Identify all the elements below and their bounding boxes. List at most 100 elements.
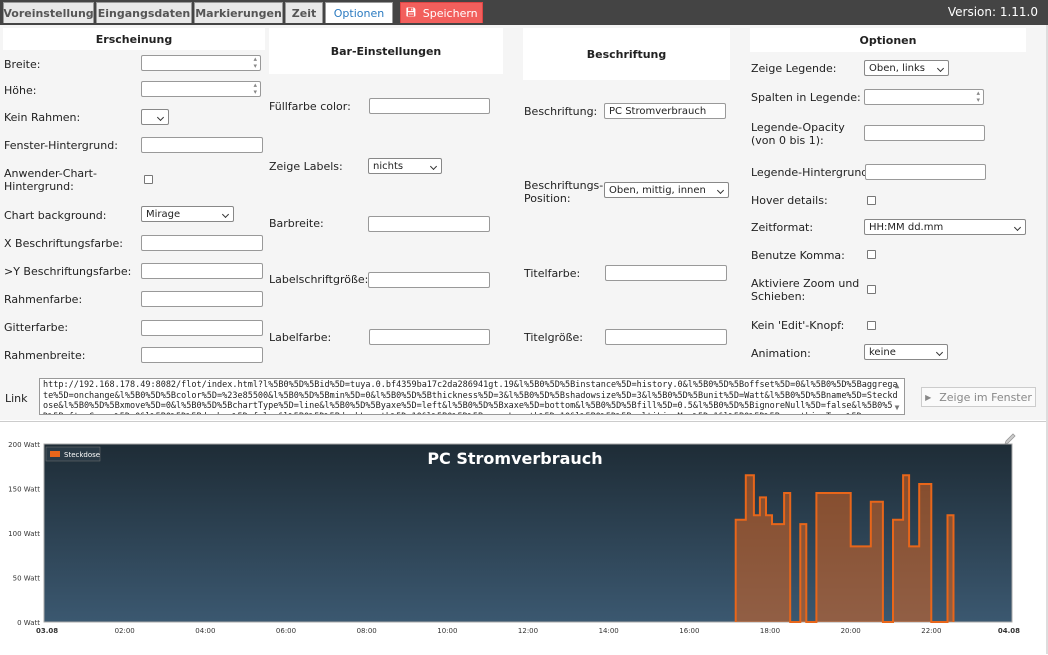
play-icon: ▶: [925, 392, 932, 402]
rahmenbreite-label: Rahmenbreite:: [4, 349, 86, 362]
x-tick-label: 20:00: [841, 627, 861, 635]
anwender-hintergrund-label: Anwender-Chart-Hintergrund:: [4, 167, 97, 193]
zeige-labels-label: Zeige Labels:: [269, 160, 343, 173]
y-tick-label: 50 Watt: [13, 575, 41, 583]
chart-svg: 0 Watt 50 Watt 100 Watt 150 Watt 200 Watt 03…: [0, 422, 1046, 655]
y-tick-label: 0 Watt: [17, 619, 40, 627]
beschriftung-input[interactable]: PC Stromverbrauch: [604, 103, 726, 119]
y-beschriftungsfarbe-label: >Y Beschriftungsfarbe:: [4, 265, 132, 278]
labelfarbe-input[interactable]: [369, 329, 490, 345]
y-tick-label: 200 Watt: [8, 441, 40, 449]
zeitformat-select[interactable]: HH:MM dd.mm: [864, 219, 1026, 235]
section-bar-title: Bar-Einstellungen: [269, 28, 503, 74]
save-button[interactable]: 💾︎ Speichern: [400, 2, 483, 23]
x-beschriftungsfarbe-input[interactable]: [141, 235, 263, 251]
x-tick-label: 10:00: [437, 627, 457, 635]
rahmenbreite-input[interactable]: [141, 347, 263, 363]
top-toolbar: Voreinstellung Eingangsdaten Markierunge…: [0, 0, 1048, 25]
beschriftungs-position-label: Beschriftungs-Position:: [524, 179, 604, 205]
tab-optionen[interactable]: Optionen: [325, 2, 393, 23]
hover-details-checkbox[interactable]: [867, 196, 876, 205]
section-optionen-title: Optionen: [750, 28, 1026, 52]
titelgroesse-input[interactable]: [605, 329, 727, 345]
fenster-hintergrund-label: Fenster-Hintergrund:: [4, 139, 118, 152]
edit-knopf-checkbox[interactable]: [867, 321, 876, 330]
y-tick-label: 150 Watt: [8, 486, 40, 494]
zeige-legende-select[interactable]: Oben, links: [864, 60, 949, 76]
labelschrift-input[interactable]: [368, 272, 490, 288]
chart-background-label: Chart background:: [4, 209, 107, 222]
zeige-labels-select[interactable]: nichts: [368, 158, 442, 174]
options-panel: Erscheinung Breite: Höhe: Kein Rahmen: F…: [0, 25, 1046, 420]
legende-opacity-input[interactable]: [864, 125, 985, 141]
labelschrift-label: Labelschriftgröße:: [269, 273, 369, 286]
legend-label: Steckdose: [64, 451, 100, 459]
tab-eingangsdaten[interactable]: Eingangsdaten: [96, 2, 192, 23]
x-tick-label: 04:00: [195, 627, 215, 635]
animation-select[interactable]: keine: [864, 344, 948, 360]
tab-markierungen[interactable]: Markierungen: [194, 2, 283, 23]
x-tick-label: 16:00: [679, 627, 699, 635]
titelfarbe-input[interactable]: [605, 265, 727, 281]
rahmenfarbe-input[interactable]: [141, 291, 263, 307]
zoom-checkbox[interactable]: [867, 285, 876, 294]
y-beschriftungsfarbe-input[interactable]: [141, 263, 263, 279]
zoom-label: Aktiviere Zoom und Schieben:: [751, 277, 860, 303]
breite-input[interactable]: [141, 55, 261, 71]
gitterfarbe-label: Gitterfarbe:: [4, 321, 69, 334]
chart-title: PC Stromverbrauch: [427, 449, 602, 468]
x-tick-label: 03.08: [36, 627, 58, 635]
legende-hintergrund-label: Legende-Hintergrund:: [751, 166, 872, 179]
link-text: http://192.168.178.49:8082/flot/index.ht…: [43, 380, 898, 414]
show-in-window-button[interactable]: ▶ Zeige im Fenster: [921, 387, 1036, 407]
benutze-komma-label: Benutze Komma:: [751, 249, 845, 262]
rahmenfarbe-label: Rahmenfarbe:: [4, 293, 83, 306]
save-label: Speichern: [422, 6, 478, 20]
legende-hintergrund-input[interactable]: [865, 164, 986, 180]
y-tick-label: 100 Watt: [8, 530, 40, 538]
x-tick-label: 04.08: [998, 627, 1020, 635]
benutze-komma-checkbox[interactable]: [867, 250, 876, 259]
kein-rahmen-select[interactable]: [141, 109, 169, 125]
hoehe-input[interactable]: [141, 81, 261, 97]
chart-preview: 0 Watt 50 Watt 100 Watt 150 Watt 200 Watt 03…: [0, 421, 1046, 655]
link-textarea[interactable]: http://192.168.178.49:8082/flot/index.ht…: [39, 378, 905, 415]
gitterfarbe-input[interactable]: [141, 320, 263, 336]
beschriftungs-position-select[interactable]: Oben, mittig, innen: [604, 182, 729, 198]
section-beschriftung-title: Beschriftung: [523, 28, 730, 80]
labelfarbe-label: Labelfarbe:: [269, 331, 332, 344]
beschriftung-label: Beschriftung:: [524, 105, 598, 118]
breite-label: Breite:: [4, 58, 41, 71]
x-tick-label: 08:00: [357, 627, 377, 635]
tab-zeit[interactable]: Zeit: [285, 2, 323, 23]
barbreite-label: Barbreite:: [269, 217, 324, 230]
spalten-legende-label: Spalten in Legende:: [751, 91, 861, 104]
section-erscheinung-title: Erscheinung: [3, 28, 265, 50]
fenster-hintergrund-input[interactable]: [141, 137, 263, 153]
legende-opacity-label: Legende-Opacity (von 0 bis 1):: [751, 121, 845, 147]
link-scrollbar[interactable]: ▲ ▼: [891, 380, 903, 413]
save-icon: 💾︎: [405, 8, 417, 18]
fuellfarbe-input[interactable]: [369, 98, 490, 114]
anwender-hintergrund-checkbox[interactable]: [144, 175, 153, 184]
link-label: Link: [5, 392, 28, 405]
titelfarbe-label: Titelfarbe:: [524, 267, 581, 280]
barbreite-input[interactable]: [368, 216, 490, 232]
tab-voreinstellung[interactable]: Voreinstellung: [3, 2, 94, 23]
x-tick-label: 14:00: [599, 627, 619, 635]
version-label: Version: 1.11.0: [947, 5, 1038, 19]
x-tick-label: 18:00: [760, 627, 780, 635]
animation-label: Animation:: [751, 347, 811, 360]
zeitformat-label: Zeitformat:: [751, 221, 814, 234]
x-tick-label: 22:00: [921, 627, 941, 635]
x-tick-label: 06:00: [276, 627, 296, 635]
titelgroesse-label: Titelgröße:: [524, 331, 583, 344]
x-beschriftungsfarbe-label: X Beschriftungsfarbe:: [4, 237, 123, 250]
fuellfarbe-label: Füllfarbe color:: [269, 100, 351, 113]
zeige-legende-label: Zeige Legende:: [751, 62, 837, 75]
kein-rahmen-label: Kein Rahmen:: [4, 111, 81, 124]
hoehe-label: Höhe:: [4, 84, 37, 97]
spalten-legende-input[interactable]: [864, 89, 984, 105]
chart-background-select[interactable]: Mirage: [141, 206, 234, 222]
edit-pencil-icon[interactable]: [1003, 432, 1017, 446]
